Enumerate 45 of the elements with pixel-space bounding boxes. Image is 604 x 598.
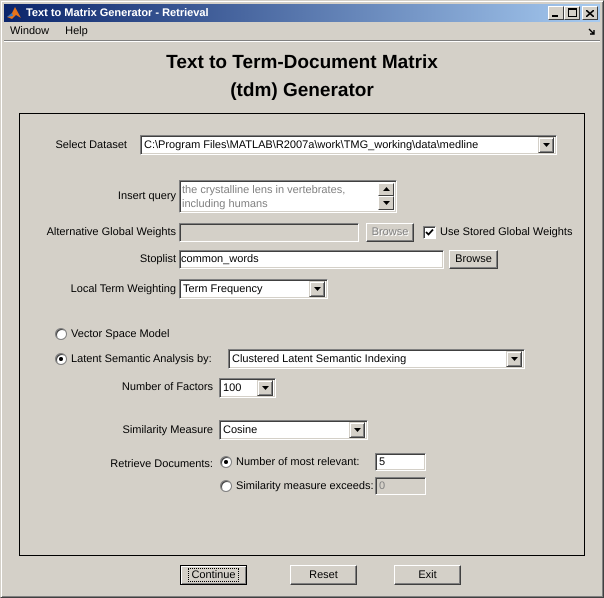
radio-label: Latent Semantic Analysis by: [71, 353, 213, 365]
minimize-button[interactable] [548, 6, 564, 20]
caret-icon [542, 143, 550, 147]
radio-button[interactable] [220, 480, 232, 492]
caret-icon [354, 428, 360, 432]
field-label: Stoplist [138, 253, 176, 265]
number-field[interactable]: 5 [375, 453, 426, 471]
radio-label: Vector Space Model [71, 328, 170, 340]
field-label: Insert query [116, 190, 176, 202]
method-dropdown[interactable]: Clustered Latent Semantic Indexing [228, 349, 525, 369]
peak-icon [6, 5, 22, 21]
checkbox-label: Use Stored Global Weights [440, 226, 572, 238]
radio-label: Similarity measure exceeds: [236, 480, 375, 492]
field-label: Number of Factors [120, 381, 213, 393]
field-label: Local Term Weighting [70, 283, 176, 295]
heading: (tdm) Generator [230, 79, 374, 103]
dialog-button[interactable]: Exit [394, 565, 461, 585]
close-button[interactable] [582, 6, 598, 20]
radio-label: Number of most relevant: [236, 456, 360, 468]
caret-icon [262, 386, 268, 390]
similarity-dropdown[interactable]: Cosine [219, 420, 368, 440]
factors-dropdown[interactable]: 100 [219, 378, 276, 398]
caret-icon [510, 357, 518, 361]
caret-icon [314, 287, 320, 291]
close-icon [586, 10, 594, 16]
heading: Text to Term-Document Matrix [166, 51, 438, 75]
browse-button[interactable]: Browse [449, 250, 498, 268]
window-title: Text to Matrix Generator - Retrieval [26, 7, 210, 19]
field-label: Alternative Global Weights [46, 226, 176, 238]
dialog-button[interactable]: Reset [290, 565, 357, 585]
stoplist-field[interactable]: common_words [179, 250, 444, 268]
field-label: Retrieve Documents: [109, 458, 213, 470]
field-label: Select Dataset [54, 139, 127, 151]
field-label: Similarity Measure [122, 424, 213, 436]
maximize-button[interactable] [564, 6, 580, 20]
maximize-icon [568, 8, 576, 17]
dialog-button[interactable]: Continue [180, 565, 247, 585]
menu-item[interactable]: Help [59, 25, 94, 37]
radio-button[interactable] [55, 328, 67, 340]
radio-button[interactable] [55, 353, 67, 365]
menu-item[interactable]: Window [4, 25, 56, 37]
radio-button[interactable] [220, 456, 232, 468]
dataset-dropdown[interactable]: C:\Program Files\MATLAB\R2007a\work\TMG_working\data\medline [140, 135, 557, 155]
arrow-icon[interactable] [588, 28, 596, 36]
weighting-dropdown[interactable]: Term Frequency [179, 279, 328, 299]
